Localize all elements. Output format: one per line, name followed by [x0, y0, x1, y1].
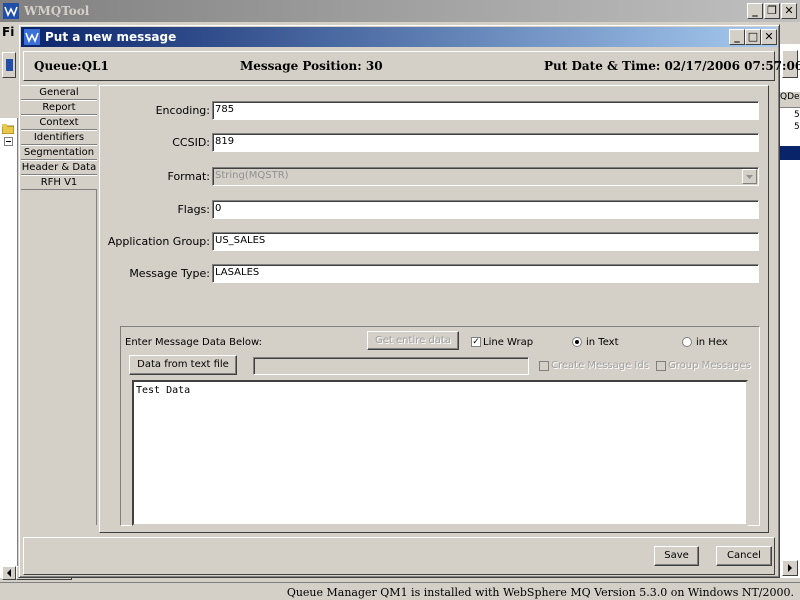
toolbar-icon [6, 59, 13, 71]
in-text-label: in Text [586, 337, 619, 348]
group-messages-checkbox[interactable] [656, 361, 666, 371]
main-tree-panel [0, 118, 18, 578]
message-type-field[interactable]: LASALES [212, 264, 759, 283]
group-messages-label: Group Messages [668, 360, 751, 371]
put-message-dialog: Put a new message _ □ ✕ Queue:QL1 Messag… [18, 24, 800, 578]
message-type-label: Message Type: [129, 267, 210, 280]
flags-field[interactable]: 0 [212, 200, 759, 219]
table-cell: 5 [794, 122, 800, 132]
arrow-right-icon [788, 564, 792, 572]
create-message-ids-checkbox[interactable] [539, 361, 549, 371]
tree-collapse-icon[interactable] [4, 137, 13, 146]
scroll-right-arrow[interactable] [782, 560, 798, 576]
format-select[interactable]: String(MQSTR) [212, 167, 759, 186]
application-group-field[interactable]: US_SALES [212, 232, 759, 251]
table-selected-row[interactable] [780, 146, 800, 160]
in-text-radio[interactable] [572, 337, 582, 347]
encoding-label: Encoding: [155, 104, 210, 117]
header-and-data-panel: Encoding: 785 CCSID: 819 Format: String(… [99, 85, 769, 533]
radio-selected-dot [575, 340, 579, 344]
dialog-title: Put a new message [45, 30, 177, 44]
format-label: Format: [167, 170, 210, 183]
queue-name: Queue:QL1 [34, 59, 109, 73]
application-group-label: Application Group: [107, 235, 210, 248]
status-bar: Queue Manager QM1 is installed with WebS… [0, 582, 800, 600]
main-window-title: WMQTool [24, 4, 90, 18]
encoding-field[interactable]: 785 [212, 101, 759, 120]
main-close-button[interactable]: ✕ [781, 3, 797, 19]
message-data-textarea[interactable]: Test Data [132, 380, 748, 526]
wmqtool-app-icon [24, 29, 40, 45]
format-select-value: String(MQSTR) [215, 170, 289, 181]
in-hex-radio[interactable] [682, 337, 692, 347]
scroll-left-arrow[interactable] [2, 566, 16, 580]
ccsid-field[interactable]: 819 [212, 133, 759, 152]
main-right-table: QDe 5 5 [780, 44, 800, 578]
table-cell: 5 [794, 110, 800, 120]
get-entire-data-button[interactable]: Get entire data [367, 331, 459, 350]
arrow-left-icon [7, 569, 11, 577]
create-message-ids-label: Create Message Ids [551, 360, 649, 371]
toolbar-button[interactable] [2, 52, 16, 78]
dialog-minimize-button[interactable]: _ [729, 29, 745, 45]
save-button[interactable]: Save [654, 546, 699, 566]
format-dropdown-button[interactable] [742, 169, 757, 184]
chevron-down-icon [746, 175, 753, 179]
tab-general[interactable]: General [21, 85, 97, 100]
flags-label: Flags: [177, 203, 210, 216]
status-text: Queue Manager QM1 is installed with WebS… [286, 586, 794, 599]
in-hex-label: in Hex [696, 337, 728, 348]
dialog-maximize-button[interactable]: □ [745, 29, 761, 45]
enter-message-data-label: Enter Message Data Below: [125, 337, 262, 348]
dialog-close-button[interactable]: ✕ [761, 29, 777, 45]
tab-context[interactable]: Context [21, 115, 97, 130]
text-file-path-field[interactable] [253, 357, 529, 375]
table-column-header[interactable]: QDe [780, 92, 800, 108]
property-tabs: General Report Context Identifiers Segme… [21, 85, 97, 525]
message-position: Message Position: 30 [240, 59, 383, 73]
message-header-panel: Queue:QL1 Message Position: 30 Put Date … [23, 51, 800, 81]
dialog-titlebar[interactable]: Put a new message _ □ ✕ [21, 27, 777, 47]
menu-file[interactable]: Fi [2, 25, 14, 39]
ccsid-label: CCSID: [172, 136, 210, 149]
put-date-time: Put Date & Time: 02/17/2006 07:57:06 PM [544, 59, 800, 73]
wmqtool-app-icon [3, 3, 19, 19]
data-from-text-file-button[interactable]: Data from text file [129, 355, 237, 375]
line-wrap-label: Line Wrap [483, 337, 534, 348]
main-window-titlebar: WMQTool _ ❐ ✕ [0, 0, 800, 22]
line-wrap-checkbox[interactable]: ✓ [471, 337, 481, 347]
main-restore-button[interactable]: ❐ [764, 3, 780, 19]
main-minimize-button[interactable]: _ [747, 3, 763, 19]
dialog-footer-panel: Save Cancel [23, 537, 775, 575]
folder-icon [2, 124, 14, 134]
cancel-button[interactable]: Cancel [716, 546, 772, 566]
message-data-group: Enter Message Data Below: Get entire dat… [120, 326, 760, 526]
